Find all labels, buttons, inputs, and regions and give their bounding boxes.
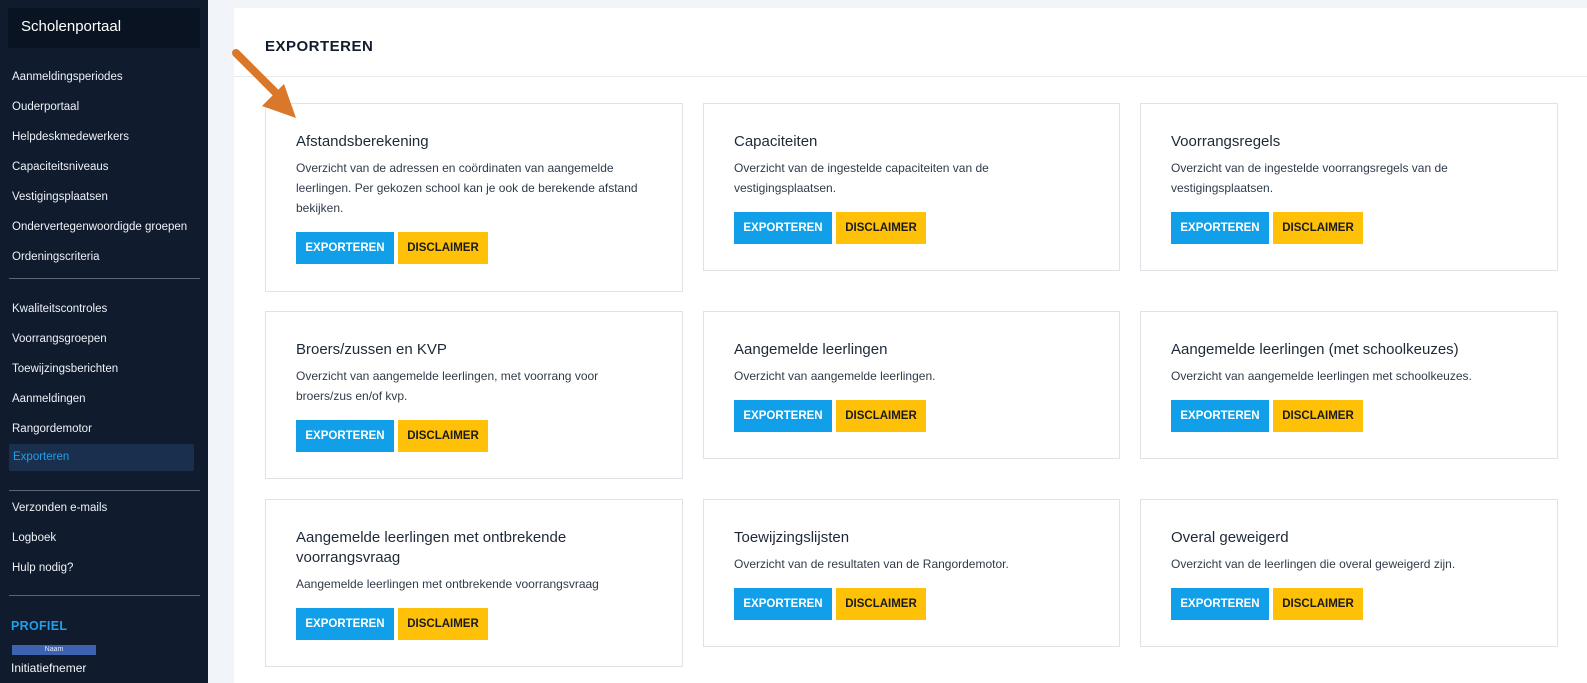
- export-card-ontbrekende-voorrangsvraag: Aangemelde leerlingen met ontbrekende vo…: [265, 499, 683, 667]
- sidebar-item-helpdeskmedewerkers[interactable]: Helpdeskmedewerkers: [0, 122, 208, 152]
- sidebar-divider: [9, 490, 200, 491]
- export-button[interactable]: EXPORTEREN: [1171, 588, 1269, 620]
- export-card-broers-zussen-kvp: Broers/zussen en KVP Overzicht van aange…: [265, 311, 683, 479]
- export-card-voorrangsregels: Voorrangsregels Overzicht van de ingeste…: [1140, 103, 1558, 271]
- sidebar-group-3: Verzonden e-mails Logboek Hulp nodig?: [0, 493, 208, 583]
- card-description: Overzicht van de adressen en coördinaten…: [296, 161, 638, 215]
- profile-title: PROFIEL: [11, 619, 68, 633]
- export-button[interactable]: EXPORTEREN: [1171, 400, 1269, 432]
- sidebar: Scholenportaal Aanmeldingsperiodes Ouder…: [0, 0, 208, 683]
- sidebar-group-2: Kwaliteitscontroles Voorrangsgroepen Toe…: [0, 294, 208, 471]
- card-description: Overzicht van de resultaten van de Rango…: [734, 557, 1009, 571]
- export-card-overal-geweigerd: Overal geweigerd Overzicht van de leerli…: [1140, 499, 1558, 647]
- export-button[interactable]: EXPORTEREN: [296, 608, 394, 640]
- export-button[interactable]: EXPORTEREN: [734, 588, 832, 620]
- sidebar-item-kwaliteitscontroles[interactable]: Kwaliteitscontroles: [0, 294, 208, 324]
- sidebar-divider: [9, 595, 200, 596]
- card-title: Voorrangsregels: [1171, 133, 1281, 150]
- card-description: Overzicht van de ingestelde capaciteiten…: [734, 161, 989, 195]
- card-title: Aangemelde leerlingen: [734, 341, 888, 358]
- profile-name-badge: Naam: [12, 645, 96, 655]
- export-card-aangemelde-leerlingen-schoolkeuzes: Aangemelde leerlingen (met schoolkeuzes)…: [1140, 311, 1558, 459]
- disclaimer-button[interactable]: DISCLAIMER: [398, 420, 488, 452]
- sidebar-item-toewijzingsberichten[interactable]: Toewijzingsberichten: [0, 354, 208, 384]
- brand-title[interactable]: Scholenportaal: [8, 8, 200, 48]
- card-title: Afstandsberekening: [296, 133, 429, 150]
- sidebar-item-verzonden-emails[interactable]: Verzonden e-mails: [0, 493, 208, 523]
- disclaimer-button[interactable]: DISCLAIMER: [836, 400, 926, 432]
- profile-role: Initiatiefnemer: [11, 661, 87, 675]
- disclaimer-button[interactable]: DISCLAIMER: [1273, 400, 1363, 432]
- sidebar-item-exporteren[interactable]: Exporteren: [9, 444, 194, 471]
- sidebar-item-rangordemotor[interactable]: Rangordemotor: [0, 414, 208, 444]
- sidebar-item-ondervertegenwoordigde-groepen[interactable]: Ondervertegenwoordigde groepen: [0, 212, 208, 242]
- disclaimer-button[interactable]: DISCLAIMER: [1273, 212, 1363, 244]
- main-panel: EXPORTEREN Afstandsberekening Overzicht …: [234, 8, 1587, 683]
- disclaimer-button[interactable]: DISCLAIMER: [398, 232, 488, 264]
- card-title: Aangemelde leerlingen (met schoolkeuzes): [1171, 341, 1459, 358]
- export-button[interactable]: EXPORTEREN: [1171, 212, 1269, 244]
- export-card-aangemelde-leerlingen: Aangemelde leerlingen Overzicht van aang…: [703, 311, 1120, 459]
- export-card-afstandsberekening: Afstandsberekening Overzicht van de adre…: [265, 103, 683, 292]
- sidebar-item-voorrangsgroepen[interactable]: Voorrangsgroepen: [0, 324, 208, 354]
- export-card-toewijzingslijsten: Toewijzingslijsten Overzicht van de resu…: [703, 499, 1120, 647]
- disclaimer-button[interactable]: DISCLAIMER: [836, 212, 926, 244]
- card-description: Overzicht van de leerlingen die overal g…: [1171, 557, 1456, 571]
- disclaimer-button[interactable]: DISCLAIMER: [1273, 588, 1363, 620]
- sidebar-item-ouderportaal[interactable]: Ouderportaal: [0, 92, 208, 122]
- export-card-capaciteiten: Capaciteiten Overzicht van de ingestelde…: [703, 103, 1120, 271]
- card-description: Overzicht van de ingestelde voorrangsreg…: [1171, 161, 1448, 195]
- export-button[interactable]: EXPORTEREN: [734, 212, 832, 244]
- sidebar-item-capaciteitsniveaus[interactable]: Capaciteitsniveaus: [0, 152, 208, 182]
- card-description: Overzicht van aangemelde leerlingen, met…: [296, 369, 599, 403]
- card-title: Broers/zussen en KVP: [296, 341, 447, 358]
- card-description: Aangemelde leerlingen met ontbrekende vo…: [296, 577, 599, 591]
- card-title: Overal geweigerd: [1171, 529, 1289, 546]
- export-button[interactable]: EXPORTEREN: [296, 420, 394, 452]
- sidebar-item-vestigingsplaatsen[interactable]: Vestigingsplaatsen: [0, 182, 208, 212]
- card-title: Capaciteiten: [734, 133, 818, 150]
- sidebar-item-aanmeldingsperiodes[interactable]: Aanmeldingsperiodes: [0, 62, 208, 92]
- export-button[interactable]: EXPORTEREN: [296, 232, 394, 264]
- card-title: Aangemelde leerlingen met ontbrekende vo…: [296, 529, 567, 566]
- disclaimer-button[interactable]: DISCLAIMER: [836, 588, 926, 620]
- export-button[interactable]: EXPORTEREN: [734, 400, 832, 432]
- sidebar-divider: [9, 278, 200, 279]
- sidebar-group-1: Aanmeldingsperiodes Ouderportaal Helpdes…: [0, 62, 208, 272]
- sidebar-item-ordeningscriteria[interactable]: Ordeningscriteria: [0, 242, 208, 272]
- sidebar-item-hulp-nodig[interactable]: Hulp nodig?: [0, 553, 208, 583]
- card-description: Overzicht van aangemelde leerlingen met …: [1171, 369, 1472, 383]
- sidebar-item-aanmeldingen[interactable]: Aanmeldingen: [0, 384, 208, 414]
- page-header: EXPORTEREN: [234, 8, 1587, 77]
- sidebar-item-logboek[interactable]: Logboek: [0, 523, 208, 553]
- arrow-icon: [232, 49, 296, 118]
- card-description: Overzicht van aangemelde leerlingen.: [734, 369, 936, 383]
- disclaimer-button[interactable]: DISCLAIMER: [398, 608, 488, 640]
- card-title: Toewijzingslijsten: [734, 529, 850, 546]
